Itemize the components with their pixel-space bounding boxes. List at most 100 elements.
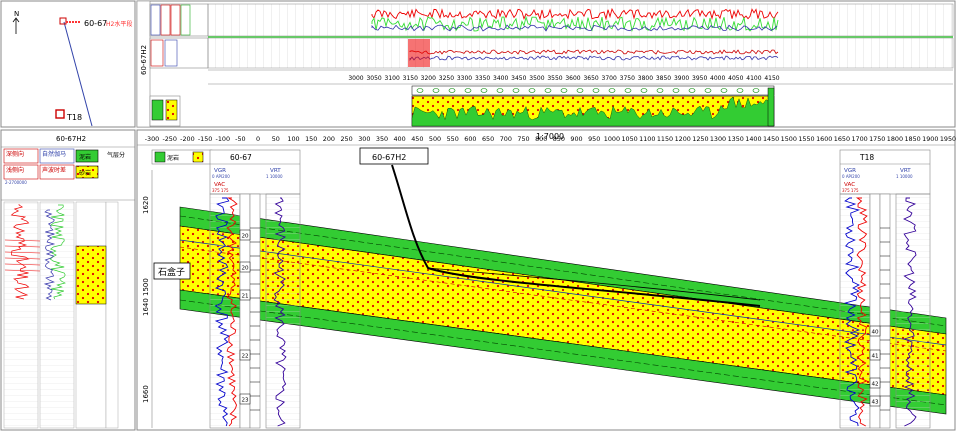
profile-tick-label: 3500 [529,75,544,82]
well-b-map-label: T18 [66,113,82,122]
section-depth-tick: 1500 [142,278,150,296]
section-axis-tick: -250 [162,135,177,143]
svg-text:泥岩: 泥岩 [79,153,91,161]
profile-tick-label: 3150 [403,75,418,82]
vertical-well-60-67: 60-67VGR0 API200VAC375 175VRT1 100002020… [209,149,301,429]
formation-label-box: 石盒子 [153,262,191,280]
section-axis-tick: 100 [287,135,299,143]
profile-tick-label: 3750 [620,75,635,82]
curve-c-range: 375 175 [842,188,859,193]
section-axis-tick: 550 [447,135,459,143]
curve-c-range: 375 175 [212,188,229,193]
section-axis-tick: -100 [216,135,231,143]
geo-section-figure: N 60-67 H2水平段 T18 60-67H2 3000 3050 3100… [0,0,956,431]
section-axis-tick: 150 [305,135,317,143]
profile-tick-label: 3300 [457,75,472,82]
svg-text:2-2700000: 2-2700000 [5,180,27,185]
section-legend: 泥岩 [151,149,213,165]
section-depth-tick: 1660 [142,385,150,403]
section-axis-tick: 1350 [728,135,744,143]
well-name-label: 60-67 [230,153,252,162]
section-axis-tick: 1150 [657,135,673,143]
well-layer-label: 20 [241,266,249,272]
section-axis-tick: 1100 [639,135,655,143]
profile-curve-spike [408,39,430,67]
section-axis-tick: -200 [180,135,195,143]
cross-section: -300 -250 -200 -150 -100 -50 0 50 100 150 200 250 30… [136,129,956,431]
section-axis-tick: 0 [256,135,260,143]
section-axis-tick: -50 [235,135,245,143]
svg-text:泥岩: 泥岩 [167,154,179,162]
profile-tick-label: 3800 [638,75,653,82]
profile-tick-label: 3600 [565,75,580,82]
well-track-layer [869,193,881,429]
location-map: N 60-67 H2水平段 T18 [0,0,136,128]
left-panel-well-name: 60-67H2 [56,135,86,143]
svg-text:气层分: 气层分 [107,151,125,159]
section-axis-tick: 1450 [763,135,779,143]
profile-tick-label: 4000 [710,75,725,82]
section-axis-tick: 1900 [922,135,938,143]
section-axis-tick: 400 [393,135,405,143]
well-track-depth [879,193,891,429]
section-axis-tick: 1500 [781,135,797,143]
profile-tick-label: 3400 [493,75,508,82]
section-axis-tick: 1200 [675,135,691,143]
well-layer-label: 23 [241,398,249,404]
curve-b-range: 1 10000 [266,174,283,179]
section-axis-tick: 900 [570,135,582,143]
svg-text:深侧向: 深侧向 [6,150,24,158]
vertical-well-t18: T18VGR0 API200VAC375 175VRT1 10000404142… [839,149,931,429]
section-axis-tick: 600 [464,135,476,143]
curve-b-range: 1 10000 [896,174,913,179]
profile-tick-label: 3950 [692,75,707,82]
profile-tick-label: 4150 [764,75,779,82]
profile-tick-label: 4100 [746,75,761,82]
well-layer-label: 43 [871,400,879,406]
section-axis-tick: 1250 [692,135,708,143]
well-name-label: T18 [859,153,874,162]
svg-text:60-67H2: 60-67H2 [372,153,406,162]
section-axis-tick: 1300 [710,135,726,143]
section-axis-tick: -150 [198,135,213,143]
section-axis-tick: 1750 [869,135,885,143]
profile-tick-label: 3050 [366,75,381,82]
well-layer-label: 22 [241,354,248,360]
section-axis-tick: 1700 [851,135,867,143]
left-well-panel: 60-67H2 深侧向 浅侧向 自然伽马 声波时差 泥岩 砂岩 气层分 2-27… [0,129,136,431]
svg-text:自然伽马: 自然伽马 [42,150,66,158]
svg-text:声波时差: 声波时差 [42,166,66,174]
section-axis-tick: 950 [588,135,600,143]
profile-tick-label: 3650 [583,75,598,82]
north-arrow-label: N [14,10,19,18]
profile-tick-label: 3450 [511,75,526,82]
well-track-resistivity [895,193,931,429]
well-layer-label: 21 [241,294,249,300]
section-axis-tick: 1050 [621,135,637,143]
well-track-depth [249,193,261,429]
profile-tick-label: 3550 [547,75,562,82]
section-axis-tick: 1400 [745,135,761,143]
profile-tick-label: 3000 [348,75,363,82]
profile-tick-label: 3100 [385,75,400,82]
well-track-layer [239,193,251,429]
section-axis-tick: 650 [482,135,494,143]
well-layer-label: 42 [871,382,878,388]
profile-well-name: 60-67H2 [140,45,148,75]
well-layer-label: 41 [871,354,879,360]
profile-tick-label: 3350 [475,75,490,82]
section-axis-tick: 250 [340,135,352,143]
profile-tick-label: 3900 [674,75,689,82]
section-depth-tick: 1640 [142,298,150,316]
section-axis-tick: 50 [272,135,280,143]
well-a-map-note: H2水平段 [106,20,132,28]
section-axis-tick: 500 [429,135,441,143]
section-axis-tick: 1600 [816,135,832,143]
section-axis-tick: 1550 [798,135,814,143]
profile-tick-label: 3200 [421,75,436,82]
svg-text:石盒子: 石盒子 [158,266,185,278]
well-track-resistivity [265,193,301,429]
section-axis-tick: 350 [376,135,388,143]
section-axis-tick: 1850 [904,135,920,143]
section-axis-tick: 1800 [887,135,903,143]
